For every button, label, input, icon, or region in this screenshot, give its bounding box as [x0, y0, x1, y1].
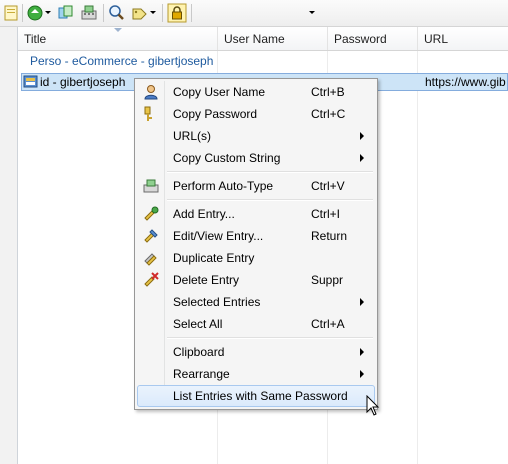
key-icon: [143, 106, 159, 122]
add-key-icon: [143, 206, 159, 222]
column-header-password[interactable]: Password: [328, 27, 418, 50]
group-path-label: Perso - eCommerce - gibertjoseph: [30, 54, 214, 68]
copy-entries-icon[interactable]: [57, 3, 75, 23]
submenu-arrow-icon: [360, 132, 364, 140]
context-menu: Copy User Name Ctrl+B Copy Password Ctrl…: [134, 78, 378, 410]
menu-item-copy-password[interactable]: Copy Password Ctrl+C: [137, 103, 375, 125]
sync-icon[interactable]: [26, 3, 44, 23]
menu-item-perform-auto-type[interactable]: Perform Auto-Type Ctrl+V: [137, 175, 375, 197]
group-tree-pane: [0, 27, 18, 464]
menu-item-selected-entries[interactable]: Selected Entries: [137, 291, 375, 313]
quick-search-dropdown[interactable]: [309, 11, 315, 14]
submenu-arrow-icon: [360, 298, 364, 306]
new-database-icon[interactable]: [3, 3, 21, 23]
menu-item-clipboard[interactable]: Clipboard: [137, 341, 375, 363]
auto-type-icon: [143, 178, 159, 194]
menu-item-select-all[interactable]: Select All Ctrl+A: [137, 313, 375, 335]
mouse-cursor-icon: [366, 394, 380, 420]
submenu-arrow-icon: [360, 154, 364, 162]
lock-workspace-icon[interactable]: [167, 3, 187, 23]
menu-item-edit-view-entry[interactable]: Edit/View Entry... Return: [137, 225, 375, 247]
menu-item-copy-user-name[interactable]: Copy User Name Ctrl+B: [137, 81, 375, 103]
entry-title: id - gibertjoseph: [40, 75, 126, 89]
user-icon: [143, 84, 159, 100]
menu-separator: [167, 171, 373, 173]
tag-filter-dropdown-icon[interactable]: [150, 11, 156, 14]
column-header-user-name[interactable]: User Name: [218, 27, 328, 50]
entry-url: https://www.gib: [425, 75, 506, 89]
edit-key-icon: [143, 228, 159, 244]
menu-item-rearrange[interactable]: Rearrange: [137, 363, 375, 385]
submenu-arrow-icon: [360, 348, 364, 356]
column-header-url[interactable]: URL: [418, 27, 508, 50]
duplicate-key-icon: [143, 250, 159, 266]
delete-key-icon: [143, 272, 159, 288]
sync-dropdown-icon[interactable]: [45, 11, 51, 14]
toolbar: [0, 0, 508, 27]
menu-item-add-entry[interactable]: Add Entry... Ctrl+I: [137, 203, 375, 225]
sort-indicator-icon: [114, 28, 122, 32]
tag-filter-icon[interactable]: [131, 3, 149, 23]
menu-item-copy-custom-string[interactable]: Copy Custom String: [137, 147, 375, 169]
auto-type-icon[interactable]: [80, 3, 98, 23]
menu-item-list-entries-same-password[interactable]: List Entries with Same Password: [137, 385, 375, 407]
list-header: Title User Name Password URL: [18, 27, 508, 51]
find-icon[interactable]: [108, 3, 126, 23]
menu-item-delete-entry[interactable]: Delete Entry Suppr: [137, 269, 375, 291]
menu-item-urls[interactable]: URL(s): [137, 125, 375, 147]
menu-separator: [167, 337, 373, 339]
menu-item-duplicate-entry[interactable]: Duplicate Entry: [137, 247, 375, 269]
entry-key-icon: [23, 75, 39, 92]
submenu-arrow-icon: [360, 370, 364, 378]
menu-separator: [167, 199, 373, 201]
